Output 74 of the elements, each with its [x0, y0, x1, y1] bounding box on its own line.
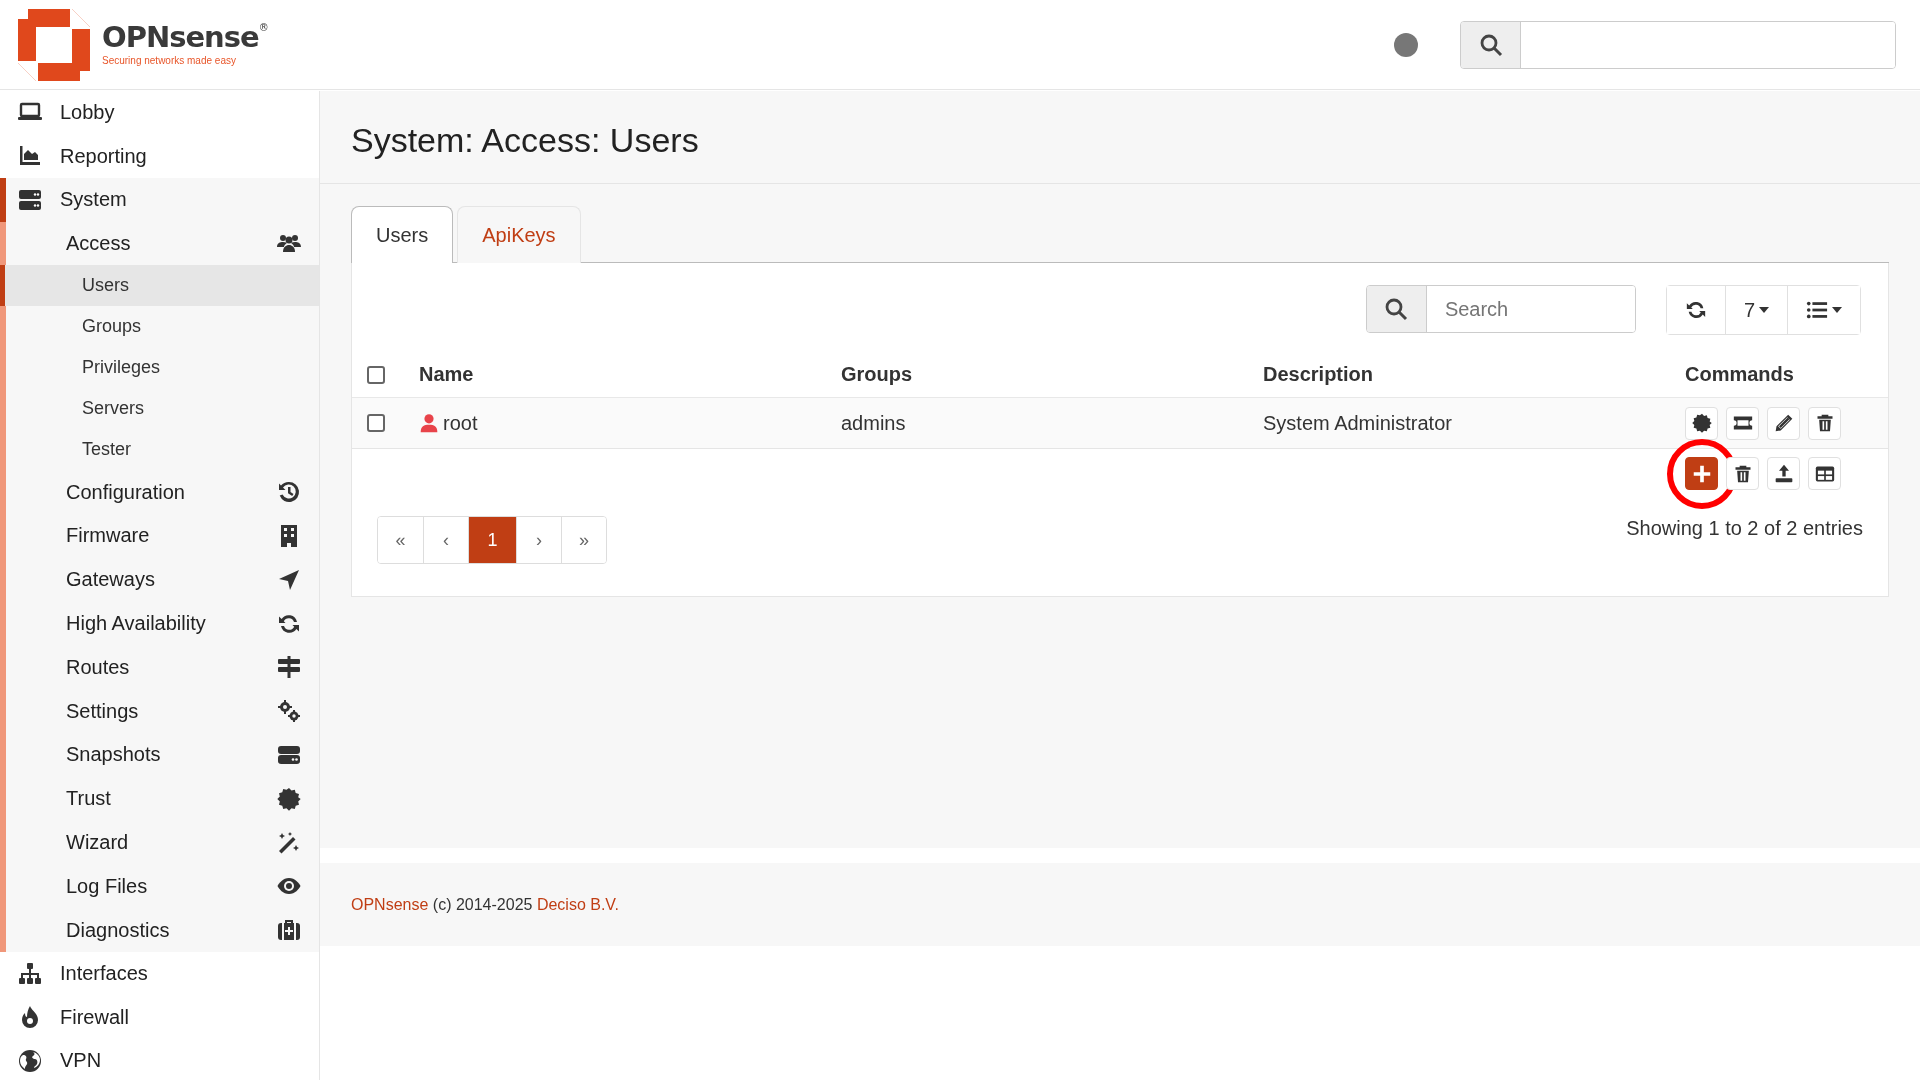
nav-item[interactable]: High Availability — [6, 601, 319, 646]
nav-item[interactable]: Reporting — [0, 134, 319, 178]
nav-item[interactable]: Routes — [6, 645, 319, 690]
clock-history-icon — [277, 480, 301, 505]
medical-kit-icon — [277, 918, 301, 943]
nav-item[interactable]: Diagnostics — [6, 908, 319, 953]
checkbox[interactable] — [367, 414, 385, 432]
table-button[interactable] — [1808, 457, 1841, 490]
copyright-text: OPNsense (c) 2014-2025 Deciso B.V. — [351, 895, 619, 914]
certificate-icon — [277, 786, 301, 811]
trash-button[interactable] — [1726, 457, 1759, 490]
brand-name: OPNsense$^{®}$ — [102, 23, 269, 52]
globe-icon — [18, 1048, 42, 1073]
gears-icon — [277, 699, 301, 724]
page-title: System: Access: Users — [320, 91, 1920, 184]
search-field[interactable]: Search — [1365, 285, 1636, 333]
nav-item[interactable]: Snapshots — [6, 733, 319, 777]
page-button[interactable]: 1 — [468, 517, 516, 563]
table-cell: root — [443, 411, 478, 435]
column-header: Groups — [841, 363, 914, 386]
tab[interactable]: Users — [351, 206, 454, 263]
table-cell-text: System Administrator — [1263, 411, 1453, 435]
plus-button[interactable] — [1685, 457, 1718, 490]
search-icon — [1384, 297, 1409, 321]
nav-item[interactable]: Gateways — [6, 557, 319, 602]
nav-item[interactable]: Firewall — [0, 995, 319, 1040]
page-button[interactable]: » — [561, 517, 606, 563]
logo-icon — [18, 8, 90, 81]
table-cell-text: admins — [841, 411, 907, 435]
nav-item[interactable]: Privileges — [6, 347, 319, 389]
magic-wand-icon — [277, 830, 301, 855]
status-dot — [1394, 32, 1418, 57]
nav-item[interactable]: Interfaces — [0, 952, 319, 996]
signpost-icon — [277, 655, 301, 680]
columns-dropdown[interactable] — [1787, 286, 1860, 334]
nav-item[interactable]: Groups — [6, 306, 319, 348]
brand-tagline: Securing networks made easy — [102, 55, 237, 66]
nav-item[interactable]: Settings — [6, 689, 319, 734]
search-icon[interactable] — [1478, 32, 1503, 57]
tab[interactable]: ApiKeys — [457, 206, 581, 263]
ticket-button[interactable] — [1726, 406, 1759, 440]
nav-item[interactable]: Firmware — [6, 514, 319, 558]
nav-item[interactable]: Trust — [6, 776, 319, 821]
nav-item[interactable]: Log Files — [6, 864, 319, 909]
nav-item[interactable]: Users — [0, 265, 319, 307]
brand-link[interactable]: OPNsense — [351, 895, 429, 913]
column-header: Name — [419, 363, 475, 386]
nav-item[interactable]: Access — [6, 221, 319, 266]
company-link[interactable]: Deciso B.V. — [536, 895, 619, 913]
nav-item[interactable]: Servers — [6, 388, 319, 430]
column-header: Commands — [1685, 363, 1795, 386]
certificate-button[interactable] — [1685, 406, 1718, 440]
column-header: Description — [1263, 363, 1375, 386]
trash-button[interactable] — [1808, 406, 1841, 440]
certificate-icon — [1691, 413, 1712, 433]
nav-item[interactable]: Lobby — [0, 91, 319, 135]
upload-button[interactable] — [1767, 457, 1800, 490]
server-icon — [18, 187, 42, 212]
user-icon — [419, 413, 439, 433]
checkbox[interactable] — [367, 365, 385, 384]
location-arrow-icon — [277, 567, 301, 592]
nav-item[interactable]: System — [0, 178, 319, 222]
nav-item[interactable]: VPN — [0, 1039, 319, 1080]
network-tree-icon — [18, 961, 42, 986]
nav-item[interactable]: Wizard — [6, 820, 319, 865]
entries-info: Showing 1 to 2 of 2 entries — [1626, 516, 1863, 540]
pencil-button[interactable] — [1767, 406, 1800, 440]
upload-icon — [1773, 463, 1794, 484]
pencil-icon — [1773, 413, 1794, 433]
nav-item[interactable]: Configuration — [6, 470, 319, 515]
search-field[interactable] — [1460, 20, 1896, 69]
refresh-icon — [1684, 299, 1707, 321]
nav-item[interactable]: Tester — [6, 429, 319, 471]
list-icon — [1806, 299, 1828, 321]
